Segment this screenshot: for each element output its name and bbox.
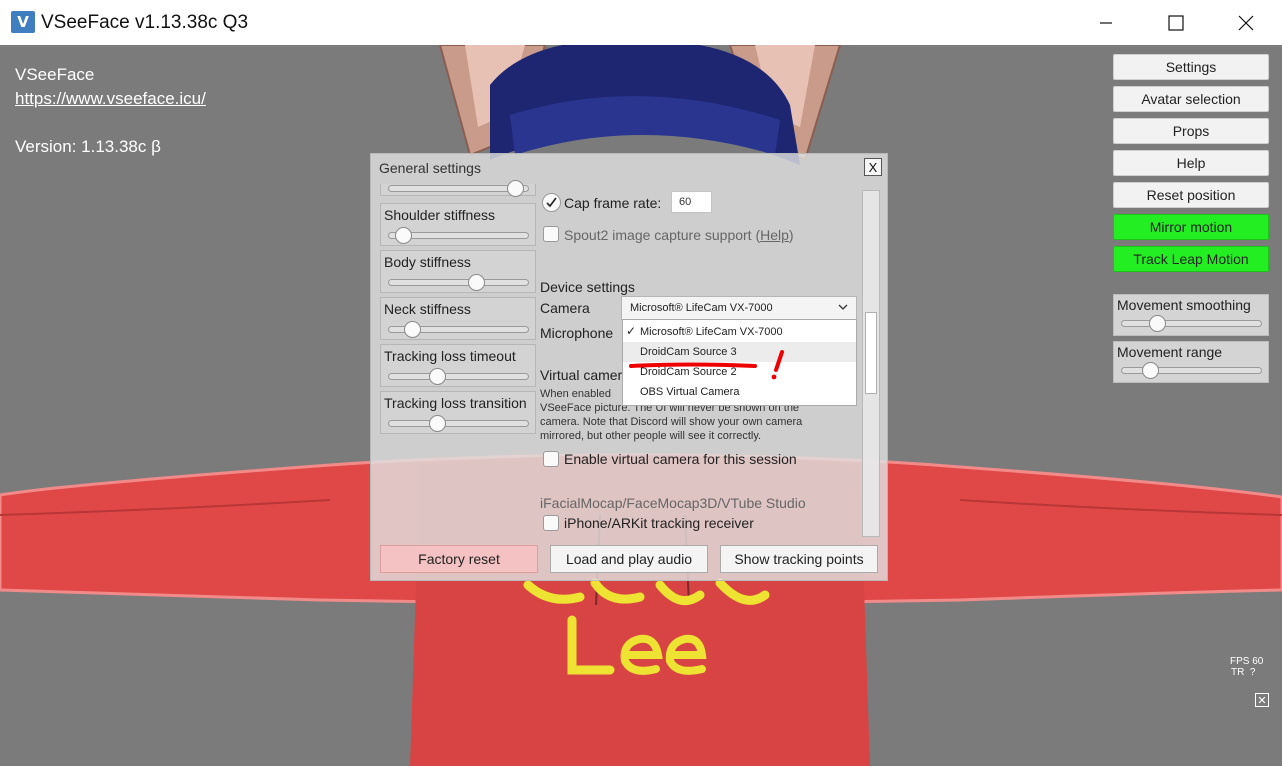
tracking-loss-transition-slider[interactable] bbox=[388, 415, 529, 432]
scrolled-slider bbox=[380, 180, 536, 197]
slider-handle[interactable] bbox=[1142, 362, 1159, 379]
slider-handle[interactable] bbox=[1149, 315, 1166, 332]
camera-option[interactable]: ✓ Microsoft® LifeCam VX-7000 bbox=[623, 322, 856, 342]
minimize-icon bbox=[1100, 21, 1112, 24]
slider-handle[interactable] bbox=[468, 274, 485, 291]
movement-smoothing-label: Movement smoothing bbox=[1117, 297, 1251, 313]
frame-rate-input[interactable]: 60 bbox=[671, 191, 712, 213]
virtual-camera-header: Virtual camer bbox=[540, 367, 623, 383]
body-stiffness-box: Body stiffness bbox=[380, 250, 536, 293]
fps-label: FPS 60 bbox=[1230, 656, 1264, 667]
scrollbar-thumb[interactable] bbox=[865, 312, 877, 394]
maximize-button[interactable] bbox=[1141, 0, 1211, 45]
title-bar: V VSeeFace v1.13.38c Q3 bbox=[0, 0, 1282, 45]
general-settings-dialog: General settings X Shoulder stiffness Bo… bbox=[370, 153, 888, 581]
website-link[interactable]: https://www.vseeface.icu/ bbox=[15, 89, 206, 109]
body-stiffness-label: Body stiffness bbox=[384, 254, 471, 270]
dialog-title: General settings bbox=[379, 160, 481, 176]
shoulder-stiffness-box: Shoulder stiffness bbox=[380, 203, 536, 246]
enable-virtual-camera-label: Enable virtual camera for this session bbox=[564, 451, 797, 467]
hide-overlay-icon[interactable]: ✕ bbox=[1255, 693, 1269, 707]
close-icon bbox=[1238, 15, 1254, 30]
virtual-camera-desc-1: When enabled bbox=[540, 388, 611, 400]
movement-range-slider[interactable] bbox=[1121, 362, 1262, 379]
help-button[interactable]: Help bbox=[1113, 150, 1269, 176]
spout2-label-suffix: ) bbox=[788, 227, 794, 243]
show-tracking-points-button[interactable]: Show tracking points bbox=[720, 545, 878, 573]
camera-option-label: Microsoft® LifeCam VX-7000 bbox=[640, 326, 783, 338]
avatar-selection-button[interactable]: Avatar selection bbox=[1113, 86, 1269, 112]
vseeface-app-icon: V bbox=[11, 11, 35, 33]
movement-range-label: Movement range bbox=[1117, 344, 1223, 360]
slider-handle[interactable] bbox=[404, 321, 421, 338]
dialog-scrollbar[interactable] bbox=[862, 190, 880, 537]
spout2-help-link[interactable]: Help bbox=[760, 227, 789, 243]
neck-stiffness-label: Neck stiffness bbox=[384, 301, 471, 317]
mirror-motion-toggle[interactable]: Mirror motion bbox=[1113, 214, 1269, 240]
tracking-loss-transition-box: Tracking loss transition bbox=[380, 391, 536, 434]
movement-smoothing-box: Movement smoothing bbox=[1113, 294, 1269, 336]
shoulder-stiffness-label: Shoulder stiffness bbox=[384, 207, 496, 223]
app-name-label: VSeeFace bbox=[15, 65, 95, 84]
shoulder-stiffness-slider[interactable] bbox=[388, 227, 529, 244]
slider-handle[interactable] bbox=[507, 180, 524, 197]
dialog-close-button[interactable]: X bbox=[864, 158, 882, 176]
camera-option-label: OBS Virtual Camera bbox=[640, 386, 740, 398]
cap-frame-rate-label: Cap frame rate: bbox=[564, 195, 662, 211]
ifacialmocap-header: iFacialMocap/FaceMocap3D/VTube Studio bbox=[540, 495, 806, 511]
camera-select-value: Microsoft® LifeCam VX-7000 bbox=[630, 302, 773, 314]
window-title: VSeeFace v1.13.38c Q3 bbox=[41, 12, 249, 33]
scrolled-slider-track[interactable] bbox=[388, 180, 529, 197]
camera-select[interactable]: Microsoft® LifeCam VX-7000 bbox=[621, 296, 857, 320]
microphone-label: Microphone bbox=[540, 325, 614, 341]
fps-readout: FPS 60 TR ? bbox=[1230, 656, 1263, 678]
body-stiffness-slider[interactable] bbox=[388, 274, 529, 291]
tracking-loss-transition-label: Tracking loss transition bbox=[384, 395, 527, 411]
slider-handle[interactable] bbox=[395, 227, 412, 244]
tracking-loss-timeout-label: Tracking loss timeout bbox=[384, 348, 516, 364]
checkmark-icon: ✓ bbox=[626, 324, 637, 338]
red-annotation-mark bbox=[629, 350, 784, 380]
slider-handle[interactable] bbox=[429, 415, 446, 432]
chevron-down-icon bbox=[838, 304, 848, 310]
cap-frame-rate-checkbox[interactable] bbox=[542, 193, 561, 212]
reset-position-button[interactable]: Reset position bbox=[1113, 182, 1269, 208]
virtual-camera-desc-3: camera. Note that Discord will show your… bbox=[540, 416, 803, 428]
track-leap-motion-toggle[interactable]: Track Leap Motion bbox=[1113, 246, 1269, 272]
factory-reset-button[interactable]: Factory reset bbox=[380, 545, 538, 573]
spout2-label-text: Spout2 image capture support ( bbox=[564, 227, 761, 243]
tr-label: TR ? bbox=[1231, 667, 1256, 678]
slider-handle[interactable] bbox=[429, 368, 446, 385]
enable-virtual-camera-checkbox[interactable] bbox=[543, 451, 559, 467]
props-button[interactable]: Props bbox=[1113, 118, 1269, 144]
minimize-button[interactable] bbox=[1071, 0, 1141, 45]
neck-stiffness-box: Neck stiffness bbox=[380, 297, 536, 340]
tracking-loss-timeout-box: Tracking loss timeout bbox=[380, 344, 536, 387]
tracking-loss-timeout-slider[interactable] bbox=[388, 368, 529, 385]
iphone-receiver-checkbox[interactable] bbox=[543, 515, 559, 531]
hoodie-print bbox=[523, 578, 770, 675]
virtual-camera-desc-4: mirrored, but other people will see it c… bbox=[540, 430, 762, 442]
movement-smoothing-slider[interactable] bbox=[1121, 315, 1262, 332]
camera-label: Camera bbox=[540, 300, 590, 316]
settings-button[interactable]: Settings bbox=[1113, 54, 1269, 80]
spout2-label: Spout2 image capture support (Help) bbox=[564, 227, 794, 243]
neck-stiffness-slider[interactable] bbox=[388, 321, 529, 338]
iphone-receiver-label: iPhone/ARKit tracking receiver bbox=[564, 515, 754, 531]
load-and-play-audio-button[interactable]: Load and play audio bbox=[550, 545, 708, 573]
close-window-button[interactable] bbox=[1211, 0, 1281, 45]
maximize-icon bbox=[1168, 14, 1184, 31]
spout2-checkbox[interactable] bbox=[543, 226, 559, 242]
device-settings-header: Device settings bbox=[540, 279, 635, 295]
checkmark-icon bbox=[546, 197, 557, 208]
version-label: Version: 1.13.38c β bbox=[15, 137, 161, 156]
movement-range-box: Movement range bbox=[1113, 341, 1269, 383]
